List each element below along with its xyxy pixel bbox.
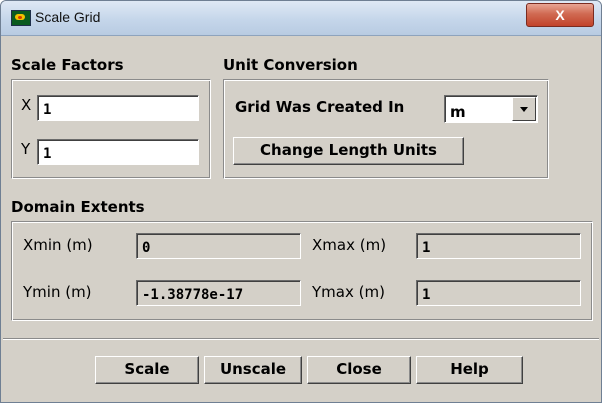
window-close-button[interactable]: X: [526, 3, 594, 27]
xmin-label: Xmin (m): [23, 236, 93, 254]
window-title: Scale Grid: [35, 9, 101, 25]
grid-created-in-label: Grid Was Created In: [235, 98, 405, 116]
title-bar: Scale Grid X: [1, 1, 601, 36]
dropdown-button[interactable]: [512, 97, 536, 121]
y-scale-input[interactable]: 1: [37, 139, 199, 165]
ymin-label: Ymin (m): [23, 283, 92, 301]
close-button[interactable]: Close: [307, 356, 411, 384]
ymin-value-field: -1.38778e-17: [136, 280, 301, 306]
change-length-units-button[interactable]: Change Length Units: [233, 137, 464, 165]
unit-conversion-title: Unit Conversion: [223, 56, 358, 74]
button-separator: [3, 338, 599, 340]
xmax-value-field: 1: [416, 233, 581, 259]
grid-unit-value: m: [450, 103, 466, 121]
ymax-label: Ymax (m): [312, 283, 385, 301]
unscale-button[interactable]: Unscale: [204, 356, 302, 384]
help-button[interactable]: Help: [416, 356, 523, 384]
chevron-down-icon: [520, 107, 528, 112]
app-icon-dot: [18, 16, 22, 19]
x-scale-label: X: [21, 96, 32, 114]
close-icon: X: [555, 7, 565, 23]
xmin-value-field: 0: [136, 233, 301, 259]
app-icon: [11, 10, 31, 26]
x-scale-input[interactable]: 1: [37, 95, 199, 121]
scale-factors-title: Scale Factors: [11, 56, 124, 74]
scale-button[interactable]: Scale: [95, 356, 199, 384]
y-scale-label: Y: [21, 140, 31, 158]
xmax-label: Xmax (m): [312, 236, 387, 254]
ymax-value-field: 1: [416, 280, 581, 306]
grid-unit-select[interactable]: m: [444, 95, 538, 123]
domain-extents-title: Domain Extents: [11, 198, 145, 216]
scale-grid-dialog: Scale Grid X Scale Factors X 1 Y 1 Unit …: [0, 0, 602, 403]
